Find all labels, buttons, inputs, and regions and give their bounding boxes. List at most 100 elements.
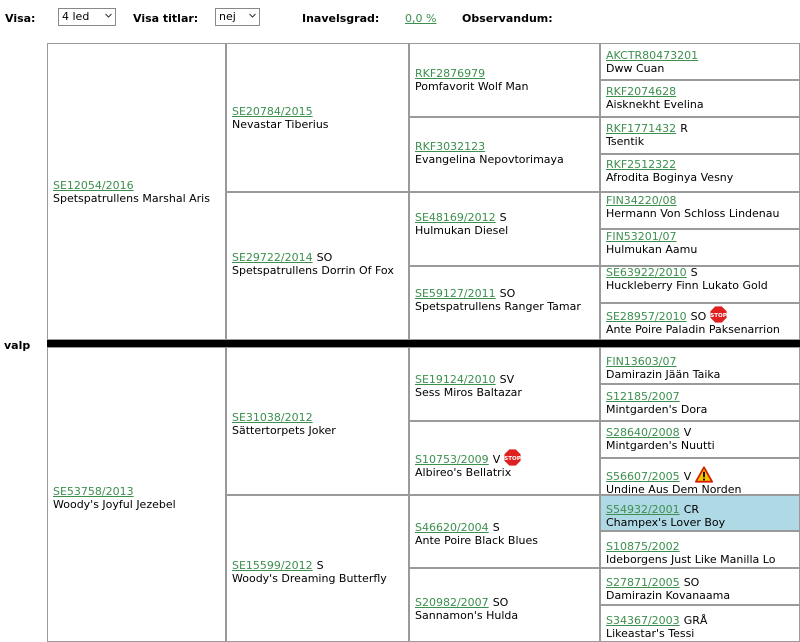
dog-reg-link[interactable]: S28640/2008: [606, 426, 680, 439]
dog-entry: S34367/2003 GRÅ Likeastar's Tessi: [606, 614, 797, 640]
dog-reg-line: S12185/2007: [606, 390, 797, 403]
dog-entry: SE12054/2016 Spetspatrullens Marshal Aris: [53, 179, 223, 205]
dog-reg-line: SE12054/2016: [53, 179, 223, 192]
dog-reg-line: RKF1771432 R: [606, 122, 797, 135]
dog-reg-link[interactable]: S27871/2005: [606, 576, 680, 589]
pedigree-cell-gen4: RKF2512322 Afrodita Boginya Vesny: [600, 154, 800, 192]
pedigree-cell-gen4: FIN13603/07 Damirazin Jään Taika: [600, 347, 800, 384]
dog-reg-link[interactable]: SE63922/2010: [606, 266, 687, 279]
pedigree-cell-gen4: AKCTR80473201 Dww Cuan: [600, 43, 800, 80]
dog-name: Aisknekht Evelina: [606, 98, 704, 111]
dog-reg-line: SE29722/2014 SO: [232, 251, 406, 264]
dog-reg-link[interactable]: SE12054/2016: [53, 179, 134, 192]
pedigree-cell-gen4: S56607/2005 V Undine Aus Dem Norden: [600, 458, 800, 496]
dog-reg-link[interactable]: RKF2074628: [606, 85, 676, 98]
dog-entry: SE53758/2013 Woody's Joyful Jezebel: [53, 485, 223, 511]
dog-reg-link[interactable]: SE31038/2012: [232, 411, 313, 424]
dog-reg-link[interactable]: RKF3032123: [415, 140, 485, 153]
dog-name: Hulmukan Diesel: [415, 224, 509, 237]
dog-reg-link[interactable]: S56607/2005: [606, 470, 680, 483]
dog-reg-link[interactable]: FIN13603/07: [606, 355, 677, 368]
dog-name: Huckleberry Finn Lukato Gold: [606, 279, 768, 292]
dog-reg-link[interactable]: SE29722/2014: [232, 251, 313, 264]
dog-reg-link[interactable]: SE59127/2011: [415, 287, 496, 300]
pedigree-cell-gen1: SE53758/2013 Woody's Joyful Jezebel: [47, 347, 226, 642]
stop-sign-icon: STOP: [710, 306, 728, 323]
dog-name: Hermann Von Schloss Lindenau: [606, 207, 780, 220]
chevron-down-icon: [249, 13, 256, 18]
dog-reg-link[interactable]: S20982/2007: [415, 596, 489, 609]
dog-reg-line: SE20784/2015: [232, 105, 406, 118]
pedigree-cell-gen3: S10753/2009 V STOP Albireo's Bellatrix: [409, 421, 600, 495]
dog-reg-line: RKF2512322: [606, 158, 797, 171]
stop-sign-icon: STOP: [504, 449, 522, 466]
dog-name: Sannamon's Hulda: [415, 609, 519, 622]
dog-entry: S20982/2007 SO Sannamon's Hulda: [415, 596, 597, 622]
dog-reg-link[interactable]: S12185/2007: [606, 390, 680, 403]
pedigree-cell-gen1: SE12054/2016 Spetspatrullens Marshal Aris: [47, 43, 226, 340]
dog-reg-line: S46620/2004 S: [415, 521, 597, 534]
svg-text:STOP: STOP: [504, 456, 520, 462]
dog-entry: RKF1771432 R Tsentik: [606, 122, 797, 148]
dog-entry: AKCTR80473201 Dww Cuan: [606, 49, 797, 75]
dog-reg-link[interactable]: RKF2512322: [606, 158, 676, 171]
pedigree-cell-gen2: SE31038/2012 Sättertorpets Joker: [226, 347, 409, 495]
dog-reg-line: SE63922/2010 S: [606, 266, 797, 279]
dog-reg-line: AKCTR80473201: [606, 49, 797, 62]
dog-name: Woody's Dreaming Butterfly: [232, 572, 387, 585]
dog-reg-line: RKF2876979: [415, 67, 597, 80]
dog-entry: SE59127/2011 SO Spetspatrullens Ranger Tam…: [415, 287, 597, 313]
dog-entry: SE15599/2012 S Woody's Dreaming Butterfly: [232, 559, 406, 585]
dog-reg-link[interactable]: S34367/2003: [606, 614, 680, 627]
dog-reg-link[interactable]: FIN34220/08: [606, 194, 677, 207]
dog-entry: SE29722/2014 SO Spetspatrullens Dorrin Of …: [232, 251, 406, 277]
pedigree-cell-gen4: RKF1771432 R Tsentik: [600, 117, 800, 154]
dog-entry: SE31038/2012 Sättertorpets Joker: [232, 411, 406, 437]
dog-title: V: [492, 453, 501, 466]
dog-reg-link[interactable]: S10753/2009: [415, 453, 489, 466]
pedigree-cell-gen4: FIN53201/07 Hulmukan Aamu: [600, 229, 800, 266]
dog-reg-line: S20982/2007 SO: [415, 596, 597, 609]
dog-reg-link[interactable]: SE20784/2015: [232, 105, 313, 118]
dog-name: Pomfavorit Wolf Man: [415, 80, 529, 93]
dog-reg-link[interactable]: SE53758/2013: [53, 485, 134, 498]
dog-title: S: [690, 266, 698, 279]
dog-entry: SE28957/2010 SO STOP Ante Poire Paladin Pak…: [606, 306, 797, 336]
dog-reg-link[interactable]: RKF2876979: [415, 67, 485, 80]
visa-titlar-label: Visa titlar:: [133, 12, 199, 25]
dog-entry: S10753/2009 V STOP Albireo's Bellatrix: [415, 449, 597, 479]
dog-title: SO: [499, 287, 516, 300]
dog-reg-link[interactable]: RKF1771432: [606, 122, 676, 135]
visa-titlar-select[interactable]: nej: [215, 8, 260, 26]
pedigree-cell-gen3: RKF3032123 Evangelina Nepovtorimaya: [409, 117, 600, 192]
dog-reg-line: SE59127/2011 SO: [415, 287, 597, 300]
visa-select[interactable]: 4 led: [58, 8, 116, 26]
dog-entry: S46620/2004 S Ante Poire Black Blues: [415, 521, 597, 547]
dog-reg-link[interactable]: AKCTR80473201: [606, 49, 698, 62]
dog-reg-link[interactable]: S54932/2001: [606, 503, 680, 516]
dog-name: Ideborgens Just Like Manilla Lo: [606, 553, 776, 566]
dog-reg-link[interactable]: FIN53201/07: [606, 230, 677, 243]
dog-reg-link[interactable]: SE48169/2012: [415, 211, 496, 224]
dog-reg-link[interactable]: SE28957/2010: [606, 310, 687, 323]
dog-reg-link[interactable]: S46620/2004: [415, 521, 489, 534]
inavelsgrad-link[interactable]: 0,0 %: [405, 12, 436, 25]
dog-name: Spetspatrullens Dorrin Of Fox: [232, 264, 394, 277]
pup-label: valp: [4, 339, 31, 352]
dog-reg-link[interactable]: SE15599/2012: [232, 559, 313, 572]
dog-reg-link[interactable]: S10875/2002: [606, 540, 680, 553]
dog-reg-line: SE19124/2010 SV: [415, 373, 597, 386]
dog-reg-line: S56607/2005 V: [606, 466, 797, 483]
pedigree-cell-gen4: SE63922/2010 S Huckleberry Finn Lukato Gol…: [600, 266, 800, 303]
dog-reg-line: RKF2074628: [606, 85, 797, 98]
pedigree-cell-gen4: S28640/2008 V Mintgarden's Nuutti: [600, 421, 800, 458]
pedigree-cell-gen4: RKF2074628 Aisknekht Evelina: [600, 80, 800, 117]
inavelsgrad-label: Inavelsgrad:: [302, 12, 380, 25]
dog-reg-link[interactable]: SE19124/2010: [415, 373, 496, 386]
chevron-down-icon: [105, 13, 112, 18]
dog-title: S: [499, 211, 507, 224]
dog-title: SO: [492, 596, 509, 609]
dog-reg-line: FIN13603/07: [606, 355, 797, 368]
dog-entry: S27871/2005 SO Damirazin Kovanaama: [606, 576, 797, 602]
dog-title: V: [683, 470, 692, 483]
